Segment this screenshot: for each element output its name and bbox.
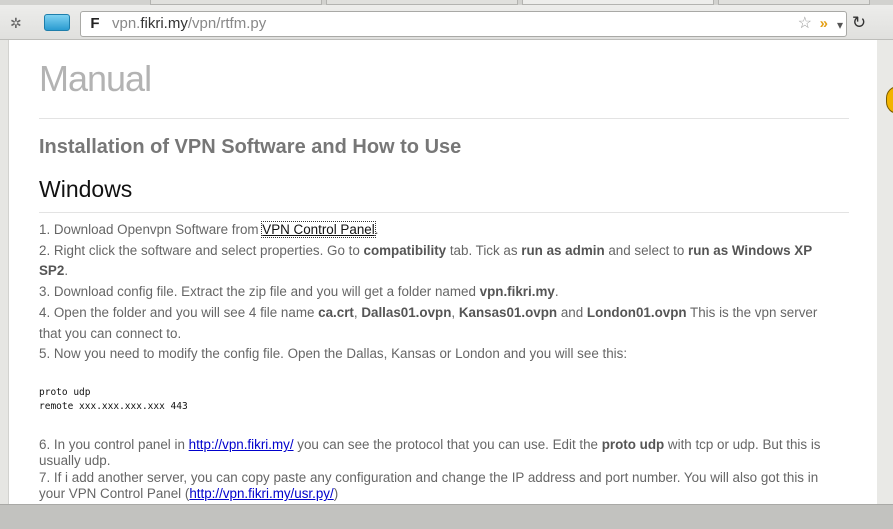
steps-list: 1. Download Openvpn Software from VPN Co… — [39, 220, 839, 365]
divider — [39, 212, 849, 213]
vpn-control-panel-link[interactable]: VPN Control Panel — [261, 221, 376, 238]
divider — [39, 118, 849, 119]
steps-continued: 6. In you control panel in http://vpn.fi… — [39, 437, 839, 503]
navigation-toolbar: ✲ F vpn.fikri.my/vpn/rtfm.py ☆ » ▾ ↻ — [0, 5, 893, 40]
address-bar[interactable]: F vpn.fikri.my/vpn/rtfm.py ☆ » ▾ — [80, 11, 847, 37]
status-bar — [0, 504, 893, 529]
addon-gears-icon[interactable]: ✲ — [10, 15, 28, 31]
bookmark-star-icon[interactable]: ☆ — [798, 15, 812, 33]
step-1: 1. Download Openvpn Software from VPN Co… — [39, 221, 379, 238]
step-3: 3. Download config file. Extract the zip… — [39, 284, 559, 300]
windows-heading: Windows — [39, 176, 133, 202]
control-panel-url-link[interactable]: http://vpn.fikri.my/ — [189, 437, 294, 452]
reload-icon[interactable]: ↻ — [850, 14, 868, 32]
step-6: 6. In you control panel in http://vpn.fi… — [39, 437, 821, 469]
page-title: Manual — [39, 58, 152, 99]
site-favicon-icon: F — [90, 15, 100, 32]
step-5: 5. Now you need to modify the config fil… — [39, 346, 628, 362]
step-4: 4. Open the folder and you will see 4 fi… — [39, 304, 818, 341]
usr-panel-link[interactable]: http://vpn.fikri.my/usr.py/ — [189, 486, 333, 501]
step-7: 7. If i add another server, you can copy… — [39, 469, 819, 502]
step-2: 2. Right click the software and select p… — [39, 242, 812, 279]
config-code-block: proto udp remote xxx.xxx.xxx.xxx 443 — [39, 387, 188, 412]
install-heading: Installation of VPN Software and How to … — [39, 136, 462, 158]
page-viewport[interactable]: Manual Installation of VPN Software and … — [8, 40, 877, 504]
rss-feed-icon[interactable]: » — [820, 15, 828, 33]
url-text[interactable]: vpn.fikri.my/vpn/rtfm.py — [112, 15, 266, 33]
addon-blue-icon[interactable] — [44, 14, 70, 31]
history-dropdown-icon[interactable]: ▾ — [837, 16, 843, 34]
